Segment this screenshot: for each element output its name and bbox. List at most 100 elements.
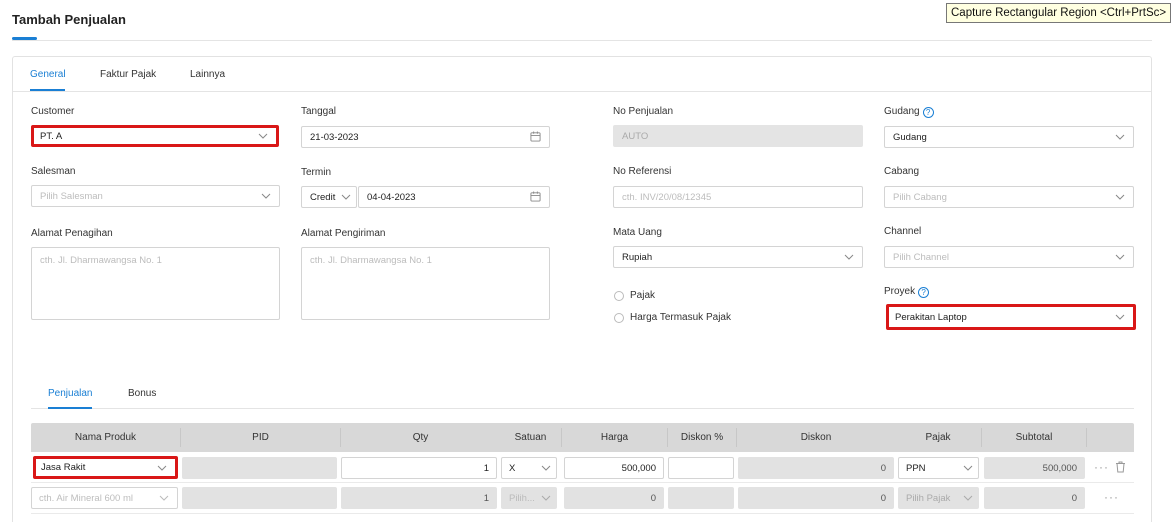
row-divider xyxy=(31,513,1134,514)
help-icon[interactable]: ? xyxy=(918,287,930,298)
col-qty: Qty xyxy=(412,432,429,443)
tab-lainnya[interactable]: Lainnya xyxy=(190,69,225,80)
row2-produk-placeholder: cth. Air Mineral 600 ml xyxy=(39,492,133,504)
chevron-down-icon xyxy=(963,495,973,501)
gudang-label-wrap: Gudang? xyxy=(884,106,934,118)
row1-pajak-select[interactable]: PPN xyxy=(898,457,979,479)
row1-harga-input[interactable]: 500,000 xyxy=(564,457,664,479)
row1-subtotal: 500,000 xyxy=(984,457,1085,479)
mata-uang-select[interactable]: Rupiah xyxy=(613,246,863,268)
calendar-icon xyxy=(530,131,541,142)
help-icon[interactable]: ? xyxy=(922,107,934,118)
col-pid: PID xyxy=(252,432,269,443)
row2-produk-select[interactable]: cth. Air Mineral 600 ml xyxy=(31,487,178,509)
alamat-penagihan-label: Alamat Penagihan xyxy=(31,228,113,239)
row1-diskon-persen-input[interactable] xyxy=(668,457,734,479)
table-header: Nama Produk PID Qty Satuan Harga Diskon … xyxy=(31,423,1134,452)
tab-faktur-pajak[interactable]: Faktur Pajak xyxy=(100,69,156,80)
row-divider xyxy=(31,482,1134,483)
no-penjualan-label: No Penjualan xyxy=(613,106,674,117)
row1-diskon: 0 xyxy=(738,457,894,479)
cabang-label: Cabang xyxy=(884,166,920,177)
alamat-pengiriman-textarea[interactable]: cth. Jl. Dharmawangsa No. 1 xyxy=(301,247,550,320)
pajak-radio[interactable] xyxy=(614,291,624,301)
row1-produk-select[interactable]: Jasa Rakit xyxy=(33,456,178,479)
gudang-select[interactable]: Gudang xyxy=(884,126,1134,148)
termin-type-select[interactable]: Credit xyxy=(301,186,357,208)
trash-icon[interactable] xyxy=(1115,461,1126,473)
subtab-penjualan[interactable]: Penjualan xyxy=(48,388,92,399)
header-divider xyxy=(12,40,1152,41)
chevron-down-icon xyxy=(963,465,973,471)
termin-date-picker[interactable]: 04-04-2023 xyxy=(358,186,550,208)
channel-placeholder: Pilih Channel xyxy=(893,251,949,263)
alamat-penagihan-textarea[interactable]: cth. Jl. Dharmawangsa No. 1 xyxy=(31,247,280,320)
row2-pajak-select: Pilih Pajak xyxy=(898,487,979,509)
col-subtotal: Subtotal xyxy=(1015,432,1053,443)
row2-satuan-select: Pilih... xyxy=(501,487,557,509)
termin-label: Termin xyxy=(301,167,332,178)
row2-more-icon[interactable]: ··· xyxy=(1104,490,1119,504)
row2-pajak-placeholder: Pilih Pajak xyxy=(906,492,951,504)
row2-satuan-placeholder: Pilih... xyxy=(509,492,535,504)
chevron-down-icon xyxy=(541,465,551,471)
cabang-select[interactable]: Pilih Cabang xyxy=(884,186,1134,208)
gudang-label: Gudang xyxy=(884,106,920,117)
col-harga: Harga xyxy=(600,432,629,443)
customer-select[interactable]: PT. A xyxy=(31,125,279,147)
chevron-down-icon xyxy=(844,254,854,260)
proyek-select[interactable]: Perakitan Laptop xyxy=(886,304,1136,330)
proyek-label-wrap: Proyek? xyxy=(884,286,930,298)
col-satuan: Satuan xyxy=(514,432,547,443)
chevron-down-icon xyxy=(1115,254,1125,260)
row2-diskon: 0 xyxy=(738,487,894,509)
customer-label: Customer xyxy=(31,106,75,117)
row1-qty-input[interactable]: 1 xyxy=(341,457,497,479)
capture-tooltip: Capture Rectangular Region <Ctrl+PrtSc> xyxy=(946,3,1172,23)
col-pajak: Pajak xyxy=(925,432,951,443)
termin-date-value: 04-04-2023 xyxy=(367,191,416,203)
chevron-down-icon xyxy=(157,465,167,471)
salesman-placeholder: Pilih Salesman xyxy=(40,190,103,202)
row2-qty: 1 xyxy=(341,487,497,509)
chevron-down-icon xyxy=(1115,134,1125,140)
harga-termasuk-pajak-radio[interactable] xyxy=(614,313,624,323)
chevron-down-icon xyxy=(1115,194,1125,200)
chevron-down-icon xyxy=(258,133,268,139)
chevron-down-icon xyxy=(1115,314,1125,320)
row1-produk-value: Jasa Rakit xyxy=(41,462,86,473)
col-diskon: Diskon xyxy=(800,432,832,443)
salesman-select[interactable]: Pilih Salesman xyxy=(31,185,280,207)
col-diskon-persen: Diskon % xyxy=(680,432,724,443)
mata-uang-value: Rupiah xyxy=(622,251,653,263)
no-penjualan-field: AUTO xyxy=(613,125,863,147)
row1-satuan-value: X xyxy=(509,462,516,474)
row2-harga: 0 xyxy=(564,487,664,509)
row1-pajak-value: PPN xyxy=(906,462,926,474)
row1-more-icon[interactable]: ··· xyxy=(1094,460,1109,474)
alamat-pengiriman-label: Alamat Pengiriman xyxy=(301,228,386,239)
salesman-label: Salesman xyxy=(31,166,76,177)
chevron-down-icon xyxy=(159,495,169,501)
mata-uang-label: Mata Uang xyxy=(613,227,662,238)
subtab-bonus[interactable]: Bonus xyxy=(128,388,156,399)
channel-select[interactable]: Pilih Channel xyxy=(884,246,1134,268)
row1-satuan-select[interactable]: X xyxy=(501,457,557,479)
gudang-value: Gudang xyxy=(893,131,927,143)
tabs-divider xyxy=(13,91,1151,92)
tab-general[interactable]: General xyxy=(30,69,66,80)
proyek-value: Perakitan Laptop xyxy=(895,311,967,323)
cabang-placeholder: Pilih Cabang xyxy=(893,191,947,203)
chevron-down-icon xyxy=(261,193,271,199)
page-title: Tambah Penjualan xyxy=(12,12,126,27)
tanggal-datepicker[interactable]: 21-03-2023 xyxy=(301,126,550,148)
termin-type-value: Credit xyxy=(310,191,336,203)
no-referensi-label: No Referensi xyxy=(613,166,672,177)
chevron-down-icon xyxy=(341,194,351,200)
row2-subtotal: 0 xyxy=(984,487,1085,509)
calendar-icon xyxy=(530,191,541,202)
no-referensi-input[interactable]: cth. INV/20/08/12345 xyxy=(613,186,863,208)
active-subtab-indicator xyxy=(48,407,92,409)
row2-pid xyxy=(182,487,337,509)
channel-label: Channel xyxy=(884,226,922,237)
